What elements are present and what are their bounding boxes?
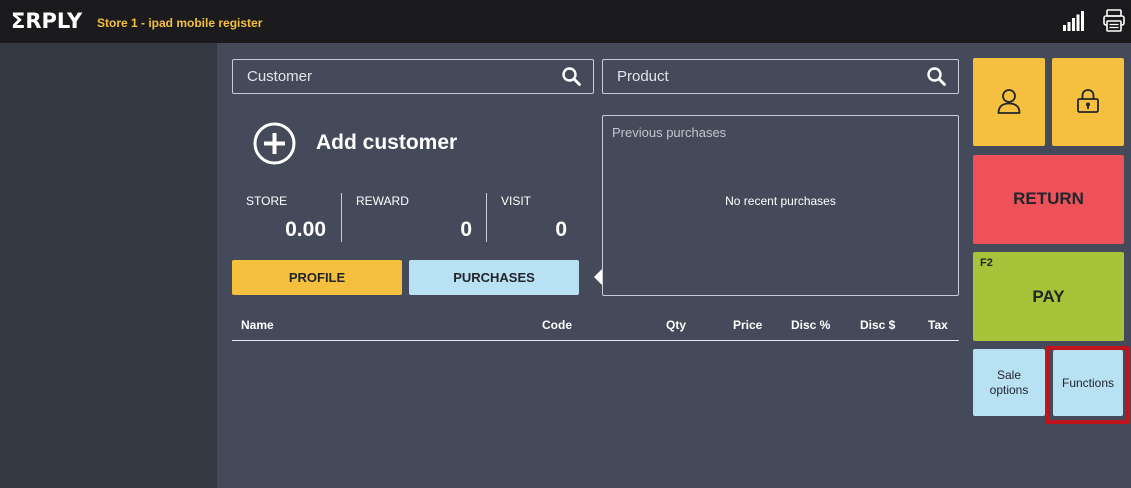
search-icon[interactable]	[562, 67, 581, 86]
store-credit-label: STORE	[246, 194, 288, 208]
lock-icon	[1077, 89, 1099, 113]
column-header-tax: Tax	[928, 318, 948, 332]
product-search-input[interactable]	[603, 60, 958, 93]
erply-logo: ΣRPLY	[11, 9, 83, 33]
add-customer-label[interactable]: Add customer	[316, 131, 457, 155]
customer-search	[232, 59, 594, 94]
user-icon	[997, 89, 1021, 114]
column-header-disc-amount: Disc $	[860, 318, 896, 332]
stat-divider	[486, 193, 487, 242]
pay-shortcut-label: F2	[980, 257, 993, 269]
visit-value: 0	[555, 218, 567, 241]
previous-purchases-title: Previous purchases	[612, 125, 727, 140]
sale-options-button[interactable]: Sale options	[973, 349, 1045, 416]
column-header-name: Name	[241, 318, 274, 332]
reward-value: 0	[460, 218, 472, 241]
purchases-button[interactable]: PURCHASES	[409, 260, 579, 295]
visit-label: VISIT	[501, 194, 532, 208]
no-purchases-message: No recent purchases	[725, 194, 836, 208]
profile-button[interactable]: PROFILE	[232, 260, 402, 295]
column-header-code: Code	[542, 318, 572, 332]
column-header-price: Price	[733, 318, 763, 332]
store-credit-value: 0.00	[285, 218, 326, 241]
previous-purchases-panel: Previous purchases No recent purchases	[602, 115, 959, 296]
table-header-divider	[232, 340, 959, 341]
column-header-qty: Qty	[666, 318, 687, 332]
search-icon[interactable]	[927, 67, 946, 86]
store-name: Store 1 - ipad mobile register	[97, 16, 263, 30]
pay-label: PAY	[1032, 287, 1065, 306]
lock-button[interactable]	[1052, 58, 1124, 146]
stat-divider	[341, 193, 342, 242]
return-label: RETURN	[1013, 189, 1084, 208]
sidebar	[0, 43, 217, 488]
printer-icon[interactable]	[1103, 9, 1125, 32]
signal-icon	[1063, 11, 1084, 31]
customer-search-input[interactable]	[233, 60, 593, 93]
column-header-disc-percent: Disc %	[791, 318, 831, 332]
top-bar: ΣRPLY Store 1 - ipad mobile register	[0, 0, 1131, 43]
add-customer-icon[interactable]	[253, 122, 296, 165]
reward-label: REWARD	[356, 194, 409, 208]
product-search	[602, 59, 959, 94]
functions-label: Functions	[1061, 376, 1115, 390]
sale-options-label: Sale options	[989, 368, 1029, 397]
functions-button[interactable]: Functions	[1053, 350, 1123, 416]
return-button[interactable]: RETURN	[973, 155, 1124, 244]
pay-button[interactable]: F2 PAY	[973, 252, 1124, 341]
customer-button[interactable]	[973, 58, 1045, 146]
